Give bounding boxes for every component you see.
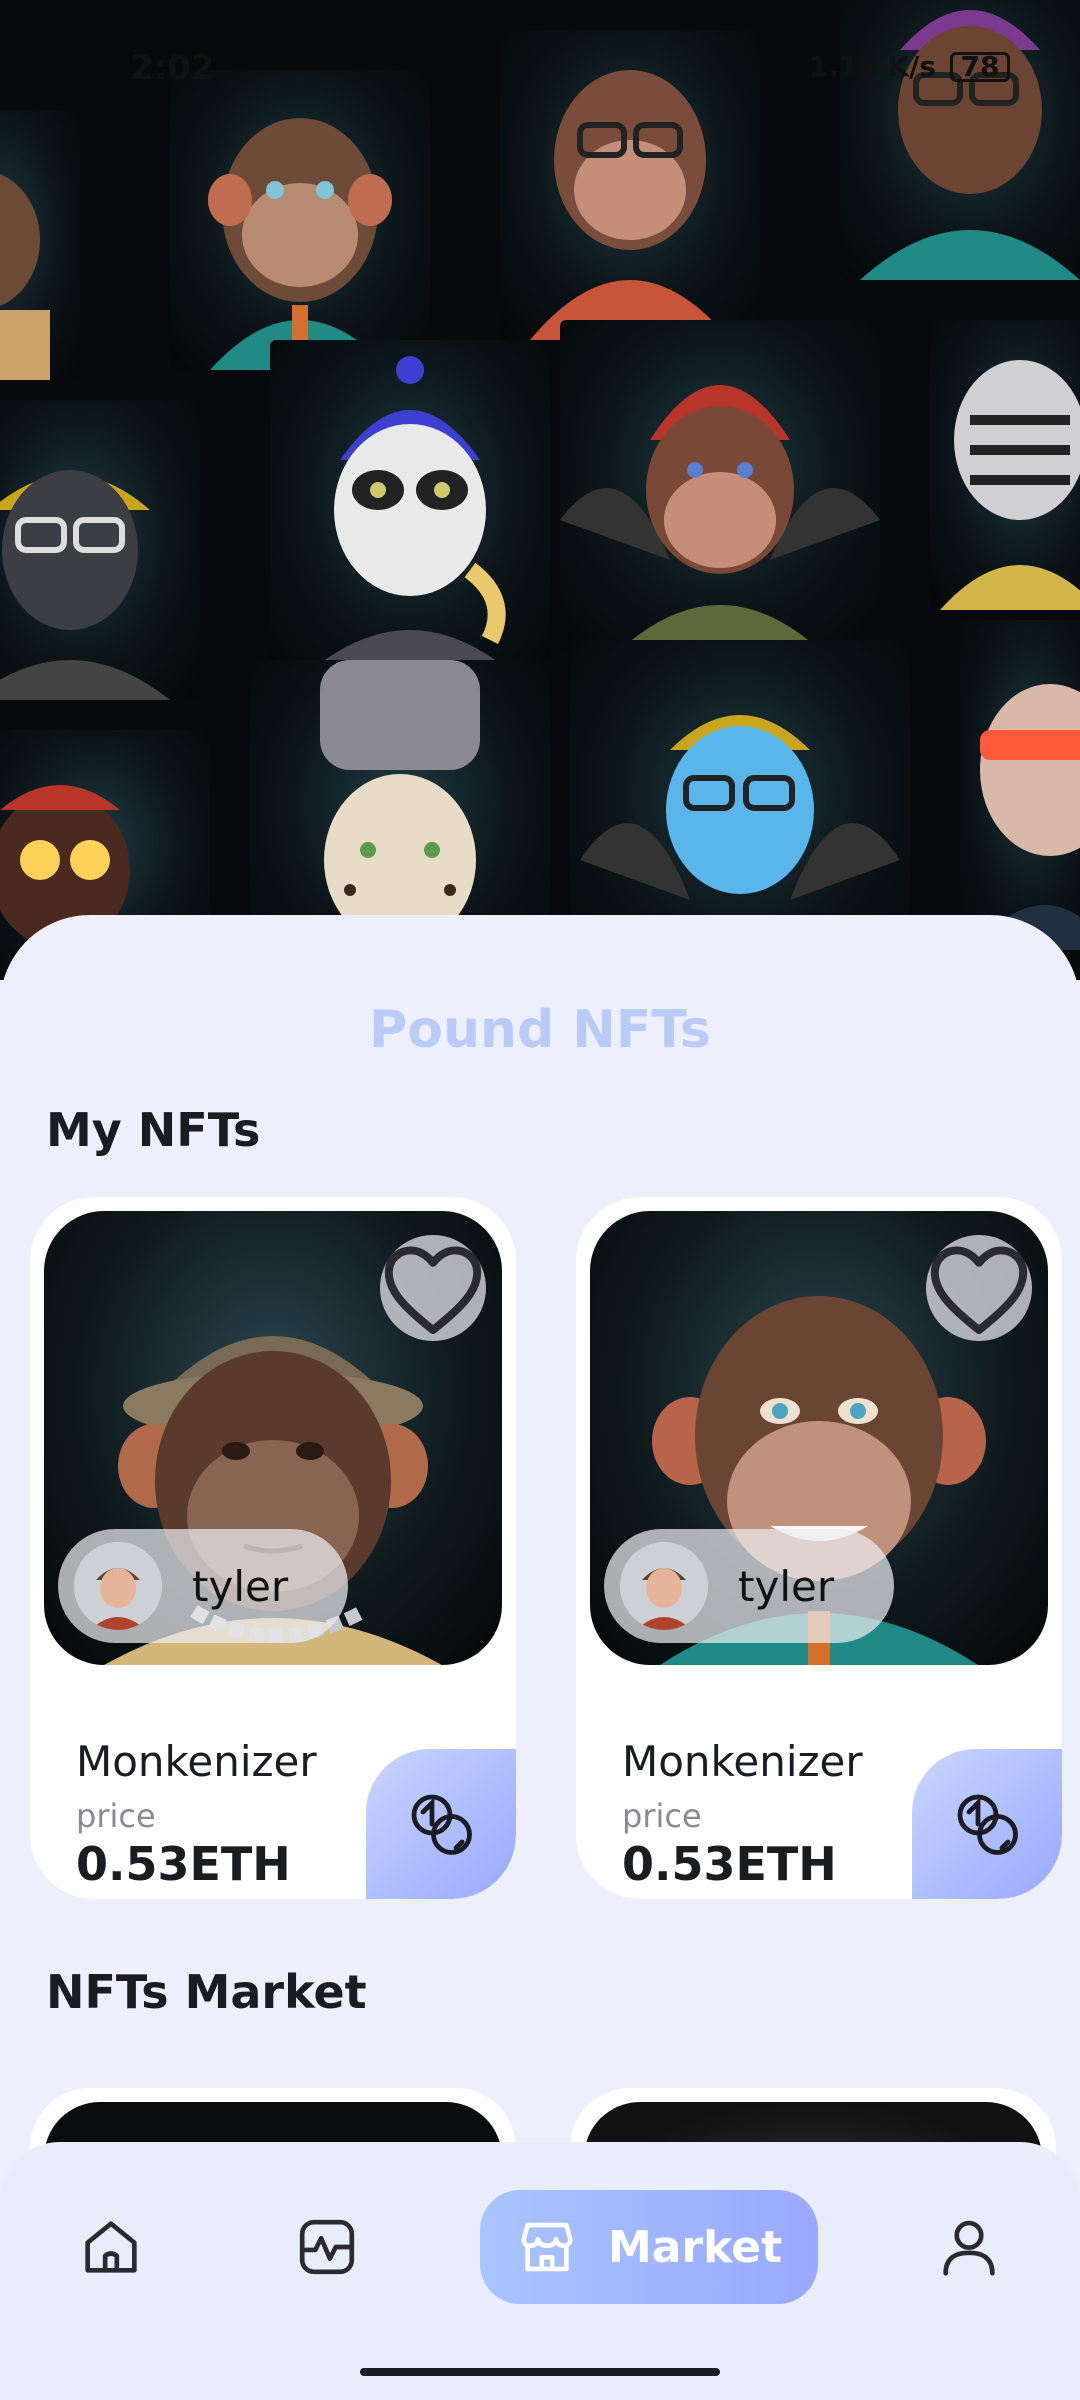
nft-collage-banner: 2:02 1.12 K/s 78 bbox=[0, 0, 1080, 980]
heart-icon bbox=[930, 1246, 1028, 1334]
avatar bbox=[620, 1542, 708, 1630]
home-icon bbox=[85, 2221, 137, 2273]
price-label: price bbox=[76, 1797, 156, 1835]
nft-collage-tile bbox=[0, 400, 200, 700]
owner-chip[interactable]: tyler bbox=[604, 1529, 894, 1643]
bottom-navigation: Market bbox=[0, 2142, 1080, 2400]
nav-market-label: Market bbox=[608, 2221, 783, 2273]
nft-card[interactable]: tyler Monkenizer price 0.53ETH bbox=[30, 1197, 516, 1899]
nav-home[interactable] bbox=[56, 2192, 166, 2302]
coins-icon bbox=[957, 1794, 1018, 1855]
nft-collage-tile bbox=[930, 320, 1080, 610]
nft-card[interactable]: tyler Monkenizer price 0.53ETH bbox=[576, 1197, 1062, 1899]
owner-chip[interactable]: tyler bbox=[58, 1529, 348, 1643]
coins-icon bbox=[411, 1794, 472, 1855]
price-label: price bbox=[622, 1797, 702, 1835]
nfts-market-heading: NFTs Market bbox=[46, 1965, 367, 2019]
app-title: Pound NFTs bbox=[369, 1000, 711, 1060]
nft-collage-tile bbox=[960, 620, 1080, 950]
nav-activity[interactable] bbox=[272, 2192, 382, 2302]
favorite-button[interactable] bbox=[380, 1235, 486, 1341]
nav-market[interactable]: Market bbox=[480, 2190, 818, 2304]
buy-button[interactable] bbox=[366, 1749, 516, 1899]
buy-button[interactable] bbox=[912, 1749, 1062, 1899]
nft-name: Monkenizer bbox=[76, 1737, 317, 1786]
activity-icon bbox=[299, 2219, 355, 2275]
nft-collage-tile bbox=[840, 0, 1080, 280]
nft-collage-tile bbox=[560, 320, 880, 650]
profile-icon bbox=[943, 2220, 995, 2276]
home-indicator[interactable] bbox=[360, 2368, 720, 2376]
nft-image: tyler bbox=[44, 1211, 502, 1665]
nft-collage-tile bbox=[170, 70, 430, 370]
nft-price: 0.53ETH bbox=[76, 1837, 291, 1891]
my-nfts-heading: My NFTs bbox=[46, 1103, 261, 1157]
owner-name: tyler bbox=[192, 1561, 289, 1611]
nft-collage-tile bbox=[500, 30, 760, 340]
nav-profile[interactable] bbox=[914, 2192, 1024, 2302]
market-icon bbox=[521, 2222, 573, 2272]
nft-collage-tile bbox=[0, 110, 80, 380]
avatar bbox=[74, 1542, 162, 1630]
owner-name: tyler bbox=[738, 1561, 835, 1611]
nft-name: Monkenizer bbox=[622, 1737, 863, 1786]
nft-collage-tile bbox=[270, 340, 550, 680]
favorite-button[interactable] bbox=[926, 1235, 1032, 1341]
nft-price: 0.53ETH bbox=[622, 1837, 837, 1891]
heart-icon bbox=[384, 1246, 482, 1334]
nft-image: tyler bbox=[590, 1211, 1048, 1665]
